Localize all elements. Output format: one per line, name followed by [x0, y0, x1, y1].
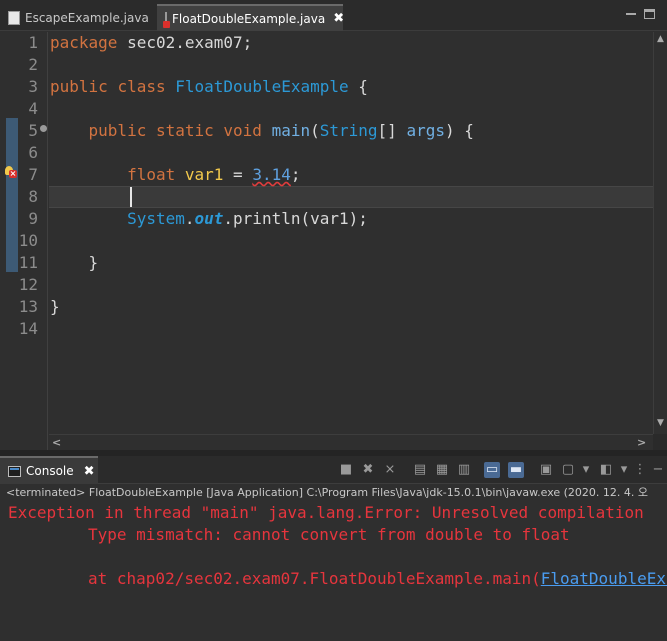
line-number: 2 — [28, 55, 38, 74]
code-line-13: } — [50, 296, 60, 318]
code-text: } — [88, 253, 99, 272]
current-line-highlight — [49, 186, 654, 208]
scroll-up-icon[interactable]: ▲ — [657, 34, 664, 44]
fold-collapse-icon[interactable] — [40, 125, 47, 132]
scroll-down-icon[interactable]: ▼ — [657, 418, 664, 428]
code-text-area[interactable]: package sec02.exam07; public class Float… — [49, 32, 654, 434]
tab-escape-example[interactable]: EscapeExample.java — [0, 4, 150, 31]
code-line-9: System.out.println(var1); — [50, 208, 368, 230]
line-number: 14 — [18, 319, 38, 338]
dropdown-icon[interactable]: ▾ — [616, 462, 632, 478]
code-line-11: } — [50, 252, 99, 274]
code-text: ; — [290, 165, 301, 184]
keyword: class — [117, 77, 166, 96]
code-text: ( — [310, 121, 320, 140]
keyword: public — [88, 121, 147, 140]
line-number: 10 — [18, 231, 38, 250]
console-icon — [8, 465, 21, 477]
code-editor[interactable]: 1 2 3 4 5 6 7 8 9 10 11 12 13 14 × packa… — [0, 32, 667, 450]
remove-launch-icon[interactable]: ✖ — [360, 462, 376, 478]
parameter-name: args — [406, 121, 445, 140]
error-x-icon: × — [9, 169, 17, 178]
java-file-error-icon — [163, 11, 170, 28]
tab-label: EscapeExample.java — [25, 10, 149, 25]
class-name: String — [319, 121, 378, 140]
pin-console-icon[interactable]: ▣ — [538, 462, 554, 478]
text-caret — [130, 187, 132, 207]
show-on-stderr-icon[interactable]: ▬ — [508, 462, 524, 478]
console-toolbar: Console ✖ ■ ✖ ⨯ ▤ ▦ ▥ ▭ ▬ ▣ ▢ ▾ ◧ ▾ ⋮ − — [0, 456, 667, 484]
minimize-view-icon[interactable]: − — [650, 462, 666, 478]
maximize-button[interactable] — [644, 9, 655, 19]
minimize-button[interactable] — [624, 7, 638, 21]
line-number: 13 — [18, 297, 38, 316]
scroll-lock-icon[interactable]: ▦ — [434, 462, 450, 478]
code-text: [] — [377, 121, 407, 140]
vertical-scrollbar[interactable]: ▲ ▼ — [653, 32, 667, 434]
new-console-icon[interactable]: ◧ — [598, 462, 614, 478]
tab-label: FloatDoubleExample.java — [172, 11, 326, 26]
method-name: main — [271, 121, 311, 140]
keyword: float — [127, 165, 176, 184]
tab-console[interactable]: Console ✖ — [0, 456, 98, 484]
code-text: ) { — [444, 121, 474, 140]
close-icon[interactable]: ✖ — [84, 464, 95, 479]
console-error-line: Exception in thread "main" java.lang.Err… — [8, 503, 644, 522]
stack-frame-text: at chap02/sec02.exam07.FloatDoubleExampl… — [88, 569, 541, 588]
keyword: package — [50, 33, 118, 52]
console-output[interactable]: Exception in thread "main" java.lang.Err… — [0, 501, 667, 641]
class-name: FloatDoubleExample — [175, 77, 349, 96]
source-link[interactable]: FloatDoubleExample.java:7) — [541, 569, 667, 588]
console-error-line: Type mismatch: cannot convert from doubl… — [88, 525, 570, 544]
horizontal-scrollbar[interactable]: < > — [49, 434, 653, 450]
code-text: sec02.exam07; — [117, 33, 253, 52]
code-text: } — [50, 297, 60, 316]
class-name: System — [127, 209, 185, 228]
remove-all-terminated-icon[interactable]: ⨯ — [382, 462, 398, 478]
code-line-5: public static void main(String[] args) { — [50, 120, 474, 142]
code-text: . — [184, 209, 195, 228]
keyword: void — [223, 121, 262, 140]
code-text: = — [223, 165, 253, 184]
line-number: 8 — [28, 187, 38, 206]
error-quickfix-icon[interactable]: × — [5, 166, 17, 178]
line-number-gutter: 1 2 3 4 5 6 7 8 9 10 11 12 13 14 × — [0, 32, 48, 450]
dropdown-icon[interactable]: ▾ — [578, 462, 594, 478]
console-stack-line: at chap02/sec02.exam07.FloatDoubleExampl… — [88, 568, 667, 590]
code-line-1: package sec02.exam07; — [50, 32, 252, 54]
line-number: 3 — [28, 77, 38, 96]
code-text: { — [348, 77, 368, 96]
word-wrap-icon[interactable]: ▥ — [456, 462, 472, 478]
code-text: .println(var1); — [223, 209, 368, 228]
error-literal[interactable]: 3.14 — [252, 165, 291, 184]
code-line-7: float var1 = 3.14; — [50, 164, 300, 186]
display-console-icon[interactable]: ▢ — [560, 462, 576, 478]
clear-console-icon[interactable]: ▤ — [412, 462, 428, 478]
scroll-left-icon[interactable]: < — [52, 436, 61, 449]
show-on-stdout-icon[interactable]: ▭ — [484, 462, 500, 478]
variable-name: var1 — [184, 165, 224, 184]
keyword: static — [155, 121, 214, 140]
console-tab-label: Console — [26, 464, 74, 478]
scrollbar-corner — [653, 434, 667, 450]
keyword: public — [50, 77, 108, 96]
line-number: 1 — [28, 33, 38, 52]
line-number: 11 — [18, 253, 38, 272]
line-number: 4 — [28, 99, 38, 118]
console-process-description: <terminated> FloatDoubleExample [Java Ap… — [0, 485, 667, 501]
tab-float-double-example[interactable]: FloatDoubleExample.java ✖ — [157, 4, 344, 31]
terminate-icon[interactable]: ■ — [338, 462, 354, 478]
scroll-right-icon[interactable]: > — [637, 436, 646, 449]
close-icon[interactable]: ✖ — [333, 11, 344, 26]
static-field: out — [194, 209, 224, 228]
line-number: 12 — [18, 275, 38, 294]
editor-tab-bar: EscapeExample.java FloatDoubleExample.ja… — [0, 0, 667, 31]
java-file-icon — [8, 10, 20, 25]
code-line-3: public class FloatDoubleExample { — [50, 76, 368, 98]
line-number: 9 — [28, 209, 38, 228]
line-number: 6 — [28, 143, 38, 162]
view-menu-icon[interactable]: ⋮ — [632, 462, 648, 478]
line-number: 5 — [28, 121, 38, 140]
